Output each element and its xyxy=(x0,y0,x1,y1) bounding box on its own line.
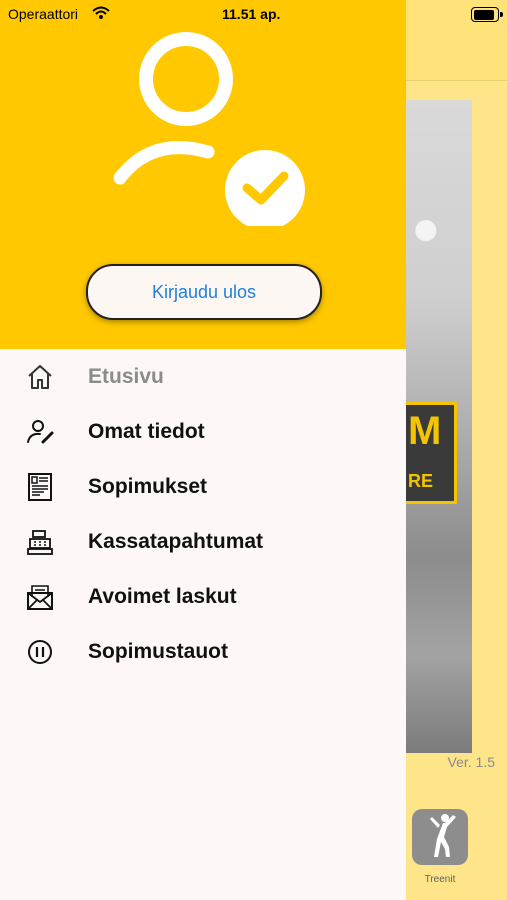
menu-item-label: Avoimet laskut xyxy=(88,585,237,608)
gym-logo-small-text: RE xyxy=(408,471,434,491)
user-verified-icon xyxy=(112,30,308,226)
logout-button[interactable]: Kirjaudu ulos xyxy=(86,264,322,320)
side-drawer: Kirjaudu ulos Etusivu Omat tiedot Sopimu… xyxy=(0,0,406,900)
cash-register-icon xyxy=(26,528,54,556)
menu-item-label: Sopimustauot xyxy=(88,640,228,663)
user-edit-icon xyxy=(26,418,54,446)
treenit-tab-label: Treenit xyxy=(424,874,456,885)
workout-icon xyxy=(430,814,456,857)
wifi-icon xyxy=(92,6,110,20)
menu-item-kassatapahtumat[interactable]: Kassatapahtumat xyxy=(0,514,406,569)
home-icon xyxy=(26,363,54,391)
status-bar: Operaattori 11.51 ap. xyxy=(0,0,507,28)
version-label: Ver. 1.5 xyxy=(447,754,495,770)
menu-item-etusivu[interactable]: Etusivu xyxy=(0,349,406,404)
gym-logo-big-text: M xyxy=(408,409,442,453)
menu-item-label: Etusivu xyxy=(88,365,164,388)
status-time: 11.51 ap. xyxy=(222,6,281,22)
menu-item-sopimustauot[interactable]: Sopimustauot xyxy=(0,624,406,679)
treenit-tab-button[interactable] xyxy=(412,809,468,865)
menu-item-sopimukset[interactable]: Sopimukset xyxy=(0,459,406,514)
carrier-label: Operaattori xyxy=(8,6,79,22)
envelope-icon xyxy=(26,583,54,611)
menu-item-label: Sopimukset xyxy=(88,475,208,498)
menu-item-label: Omat tiedot xyxy=(88,420,205,443)
battery-icon xyxy=(471,7,503,22)
drawer-header: Kirjaudu ulos xyxy=(0,0,406,349)
pause-icon xyxy=(26,638,54,666)
gym-logo: M RE xyxy=(406,402,457,504)
menu-item-omat-tiedot[interactable]: Omat tiedot xyxy=(0,404,406,459)
menu-item-avoimet-laskut[interactable]: Avoimet laskut xyxy=(0,569,406,624)
menu-item-label: Kassatapahtumat xyxy=(88,530,264,553)
drawer-menu: Etusivu Omat tiedot Sopimukset Kassatapa… xyxy=(0,349,406,679)
contract-icon xyxy=(26,473,54,501)
